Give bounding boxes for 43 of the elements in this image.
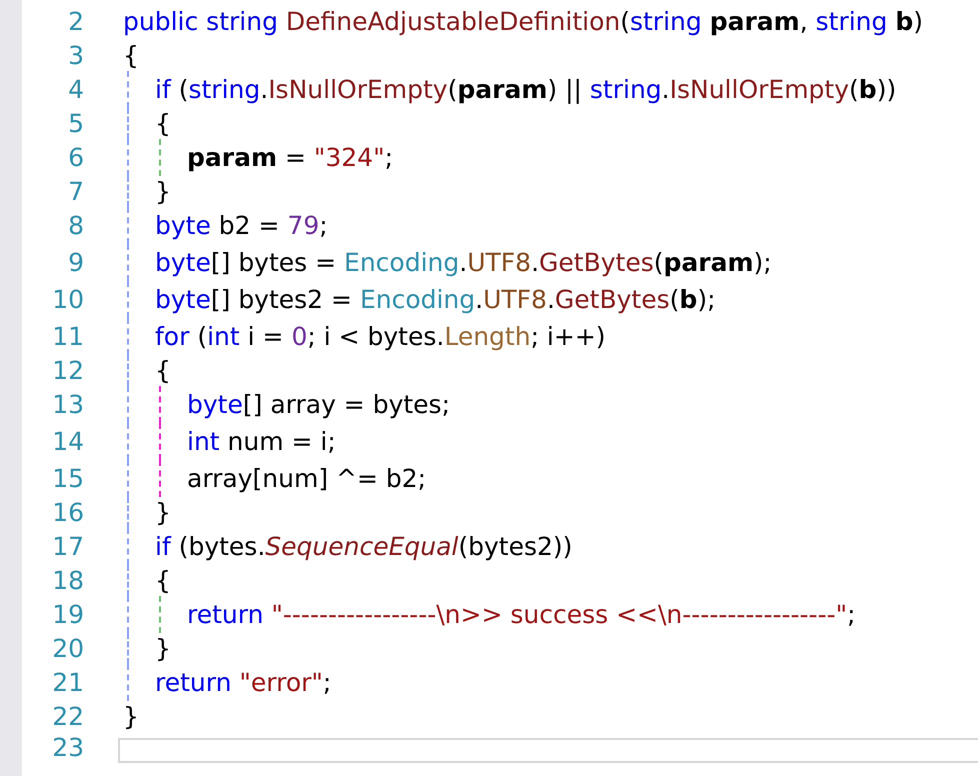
line-number: 18 — [52, 566, 84, 595]
code-line: param = "324"; — [187, 143, 394, 172]
line-number: 10 — [52, 285, 84, 314]
code-line: { — [155, 566, 171, 595]
line-number: 21 — [52, 668, 84, 697]
line-number: 17 — [52, 532, 84, 561]
line-number: 16 — [52, 498, 84, 527]
line-number: 12 — [52, 356, 84, 385]
code-line: { — [155, 109, 171, 138]
line-number: 9 — [68, 248, 84, 277]
code-line: byte[] array = bytes; — [187, 390, 450, 419]
code-line: { — [123, 41, 139, 70]
code-line: byte[] bytes = Encoding.UTF8.GetBytes(param); — [155, 248, 772, 277]
line-number: 15 — [52, 464, 84, 493]
line-number: 22 — [52, 702, 84, 731]
code-line: } — [155, 498, 171, 527]
code-line: byte[] bytes2 = Encoding.UTF8.GetBytes(b); — [155, 285, 716, 314]
code-line: } — [155, 634, 171, 663]
code-line: if (bytes.SequenceEqual(bytes2)) — [155, 532, 572, 561]
line-number: 6 — [68, 143, 84, 172]
line-number: 4 — [68, 75, 84, 104]
line-number: 2 — [68, 7, 84, 36]
code-line: } — [123, 702, 139, 731]
line-number: 5 — [68, 109, 84, 138]
line-number: 11 — [52, 322, 84, 351]
line-number: 8 — [68, 211, 84, 240]
line-number: 3 — [68, 41, 84, 70]
code-line: array[num] ^= b2; — [187, 464, 426, 493]
code-line: { — [155, 356, 171, 385]
code-line: return "error"; — [155, 668, 332, 697]
line-number: 20 — [52, 634, 84, 663]
code-line: if (string.IsNullOrEmpty(param) || string.IsNullOrEmpty(b)) — [155, 75, 896, 104]
line-number: 19 — [52, 600, 84, 629]
line-number: 14 — [52, 427, 84, 456]
line-number: 23 — [52, 733, 84, 762]
code-line: } — [155, 177, 171, 206]
line-number: 13 — [52, 390, 84, 419]
code-line: int num = i; — [187, 427, 336, 456]
code-line: for (int i = 0; i < bytes.Length; i++) — [155, 322, 606, 351]
code-line: return "-----------------\n>> success <<\n-----------------"; — [187, 600, 856, 629]
line-number: 7 — [68, 177, 84, 206]
code-line: byte b2 = 79; — [155, 211, 328, 240]
code-line: public string DefineAdjustableDefinition(string param, string b) — [123, 7, 924, 36]
